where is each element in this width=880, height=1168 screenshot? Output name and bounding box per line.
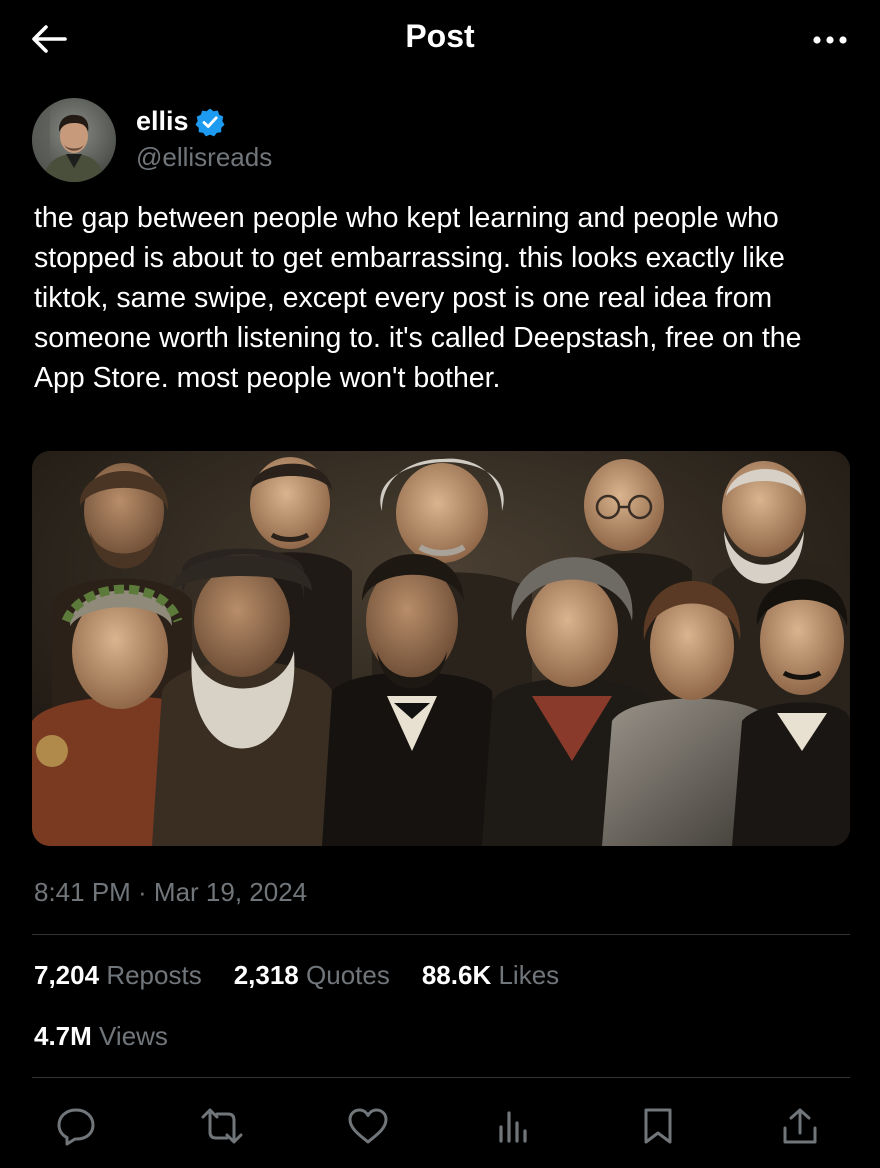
more-options-button[interactable]: [808, 20, 852, 60]
reply-icon: [57, 1108, 95, 1146]
reposts-label: Reposts: [106, 960, 202, 990]
avatar[interactable]: [32, 98, 116, 182]
analytics-icon: [499, 1111, 527, 1143]
arrow-left-icon: [32, 25, 67, 53]
quotes-stat[interactable]: 2,318 Quotes: [234, 960, 390, 991]
post-media[interactable]: [32, 451, 850, 846]
share-icon: [783, 1108, 817, 1144]
more-horizontal-icon: [813, 36, 847, 44]
repost-icon: [201, 1108, 243, 1144]
heart-icon: [348, 1108, 388, 1144]
likes-count: 88.6K: [421, 960, 492, 990]
repost-button[interactable]: [198, 1100, 246, 1152]
bookmark-button[interactable]: [634, 1100, 682, 1152]
user-handle[interactable]: @ellisreads: [136, 142, 272, 173]
top-bar: Post: [0, 0, 880, 80]
like-button[interactable]: [344, 1100, 392, 1152]
back-button[interactable]: [26, 18, 72, 60]
likes-label: Likes: [498, 960, 560, 990]
reply-button[interactable]: [52, 1100, 100, 1152]
verified-badge-icon: [195, 107, 225, 137]
reposts-stat[interactable]: 7,204 Reposts: [34, 960, 202, 991]
post-timestamp[interactable]: 8:41 PM · Mar 19, 2024: [34, 877, 307, 908]
views-stat[interactable]: 4.7M Views: [34, 1021, 168, 1052]
post-text: the gap between people who kept learning…: [34, 202, 808, 394]
page-title: Post: [405, 18, 475, 54]
display-name-row: ellis: [136, 106, 225, 137]
quotes-count: 2,318: [233, 960, 299, 990]
divider: [32, 1077, 850, 1078]
divider: [32, 934, 850, 935]
post-author: ellis @ellisreads: [32, 98, 852, 184]
reposts-count: 7,204: [34, 960, 100, 990]
bookmark-icon: [644, 1108, 672, 1144]
view-analytics-button[interactable]: [490, 1100, 538, 1152]
views-count: 4.7M: [34, 1021, 92, 1051]
share-button[interactable]: [776, 1100, 824, 1152]
engagement-stats: 7,204 Reposts 2,318 Quotes 88.6K Likes: [34, 960, 591, 991]
likes-stat[interactable]: 88.6K Likes: [422, 960, 559, 991]
display-name[interactable]: ellis: [136, 106, 189, 137]
action-bar: [0, 1100, 880, 1156]
avatar-image: [32, 98, 116, 182]
views-label: Views: [99, 1021, 168, 1051]
quotes-label: Quotes: [306, 960, 390, 990]
portrait-painting-image: [32, 451, 850, 846]
